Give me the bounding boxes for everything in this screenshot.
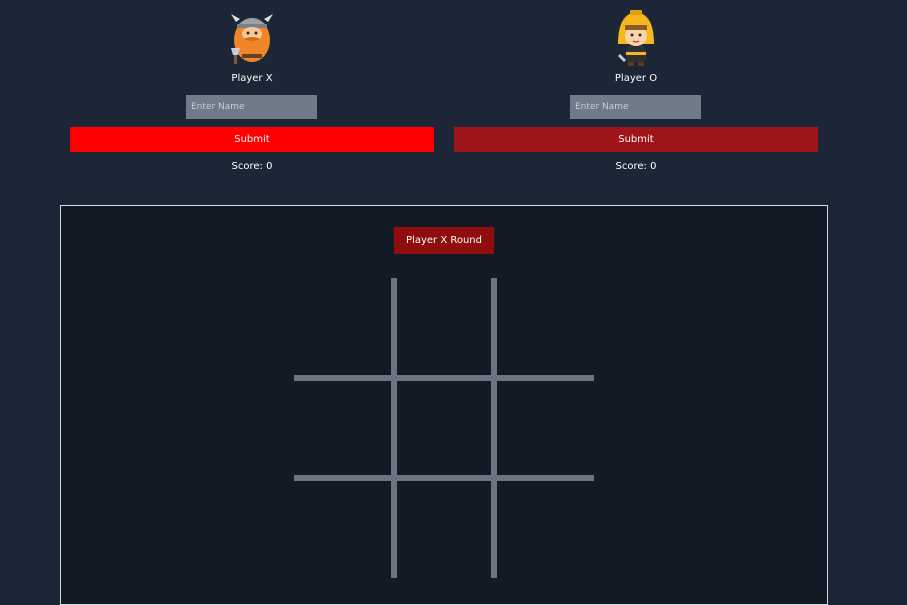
grid-line-horizontal-2	[294, 475, 594, 481]
player-o-panel: Player O Submit Score: 0	[454, 0, 818, 190]
board-cell-2[interactable]	[394, 278, 494, 378]
player-x-submit-button[interactable]: Submit	[70, 127, 434, 152]
player-o-submit-button[interactable]: Submit	[454, 127, 818, 152]
board-cell-4[interactable]	[294, 378, 394, 478]
player-x-panel: Player X Submit Score: 0	[70, 0, 434, 190]
player-x-label: Player X	[231, 73, 273, 84]
grid-line-vertical-1	[391, 278, 397, 578]
round-indicator: Player X Round	[394, 227, 494, 254]
tic-tac-toe-grid	[294, 278, 594, 578]
viking-warrior-icon	[231, 14, 273, 64]
board-cell-9[interactable]	[494, 478, 594, 578]
board-cell-7[interactable]	[294, 478, 394, 578]
board-cell-3[interactable]	[494, 278, 594, 378]
hooded-warrior-icon	[618, 10, 654, 66]
board-cell-1[interactable]	[294, 278, 394, 378]
player-x-score: Score: 0	[231, 161, 273, 172]
board-cell-5[interactable]	[394, 378, 494, 478]
player-o-name-input[interactable]	[570, 95, 701, 119]
player-o-score: Score: 0	[615, 161, 657, 172]
grid-line-horizontal-1	[294, 375, 594, 381]
grid-line-vertical-2	[491, 278, 497, 578]
player-x-name-input[interactable]	[186, 95, 317, 119]
player-o-label: Player O	[614, 73, 658, 84]
board-cell-6[interactable]	[494, 378, 594, 478]
board-cell-8[interactable]	[394, 478, 494, 578]
game-board-area: Player X Round	[60, 205, 828, 605]
